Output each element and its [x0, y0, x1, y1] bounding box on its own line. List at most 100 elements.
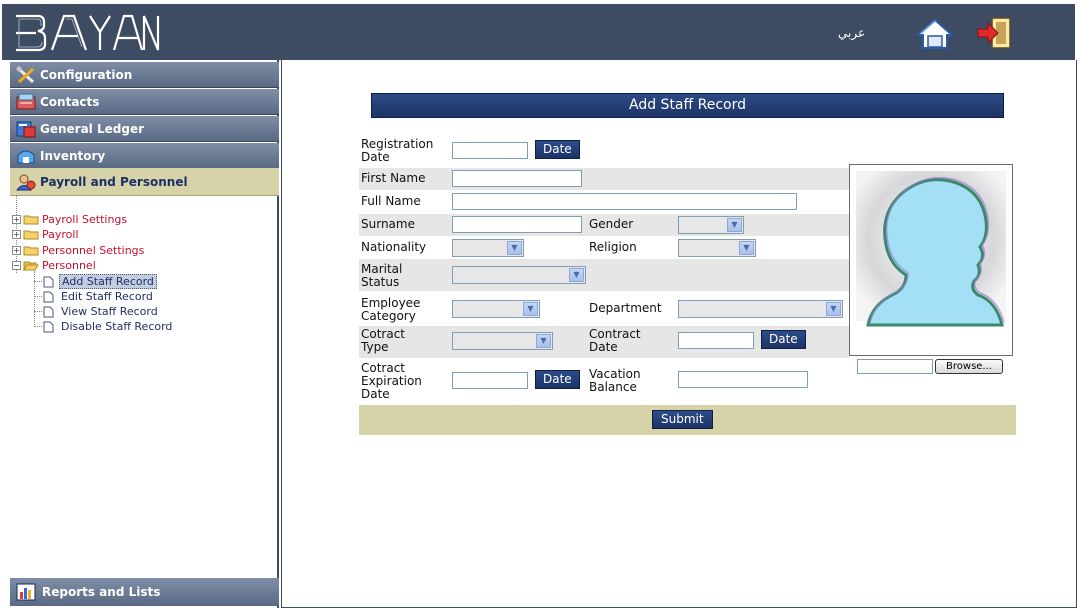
- ledger-icon: [16, 121, 36, 137]
- photo-frame: [849, 164, 1013, 356]
- religion-label: Religion: [589, 240, 637, 254]
- vacation-balance-label: Vacation Balance: [589, 367, 641, 394]
- contacts-icon: [16, 93, 36, 109]
- marital-status-select[interactable]: ▼: [452, 266, 586, 284]
- first-name-label: First Name: [361, 171, 426, 185]
- tree-label: Disable Staff Record: [61, 320, 173, 333]
- logout-icon[interactable]: [974, 16, 1014, 50]
- chevron-down-icon: ▼: [739, 241, 754, 255]
- sidebar: Configuration Contacts General Ledger In…: [2, 60, 279, 608]
- folder-icon: [23, 230, 39, 240]
- tree-label: Payroll Settings: [42, 213, 128, 226]
- header-bar: عربي: [2, 4, 1075, 60]
- tree-item-disable-staff-record[interactable]: Disable Staff Record: [43, 319, 174, 334]
- full-name-input[interactable]: [452, 193, 797, 210]
- browse-button[interactable]: Browse...: [935, 359, 1003, 374]
- tree-label: Edit Staff Record: [61, 290, 153, 303]
- open-folder-icon: [23, 261, 39, 271]
- row-shade: [359, 168, 849, 190]
- expand-icon[interactable]: +: [12, 215, 21, 224]
- contract-date-button[interactable]: Date: [761, 330, 806, 349]
- department-label: Department: [589, 301, 662, 315]
- registration-date-button[interactable]: Date: [535, 140, 580, 159]
- gender-label: Gender: [589, 217, 634, 231]
- contract-expiration-date-button[interactable]: Date: [535, 370, 580, 389]
- folder-icon: [23, 246, 39, 256]
- page-icon: [43, 306, 54, 317]
- person-silhouette-icon: [856, 171, 1006, 327]
- nav-label: General Ledger: [40, 121, 144, 136]
- tree-label: Personnel: [42, 259, 96, 272]
- bayan-logo: [16, 14, 160, 52]
- chevron-down-icon: ▼: [507, 241, 522, 255]
- tree-folder-payroll-settings[interactable]: + Payroll Settings: [12, 212, 127, 227]
- gender-select[interactable]: ▼: [678, 216, 744, 234]
- contract-expiration-date-label: Cotract Expiration Date: [361, 361, 422, 401]
- app-window: عربي Configuration Contacts General Ledg…: [0, 0, 1079, 610]
- tree-item-view-staff-record[interactable]: View Staff Record: [43, 304, 160, 319]
- contract-date-label: Contract Date: [589, 327, 641, 354]
- chevron-down-icon: ▼: [523, 302, 538, 316]
- nav-label: Configuration: [40, 67, 133, 82]
- tree-item-edit-staff-record[interactable]: Edit Staff Record: [43, 289, 155, 304]
- nav-label: Reports and Lists: [42, 585, 161, 599]
- main-content: Add Staff Record Registration Date Date …: [281, 60, 1077, 608]
- chevron-down-icon: ▼: [826, 302, 841, 316]
- nav-label: Payroll and Personnel: [40, 174, 188, 189]
- nav-reports-and-lists[interactable]: Reports and Lists: [10, 578, 279, 606]
- page-icon: [43, 321, 54, 332]
- employee-category-select[interactable]: ▼: [452, 300, 540, 318]
- vacation-balance-input[interactable]: [678, 371, 808, 388]
- nav-general-ledger[interactable]: General Ledger: [10, 116, 279, 142]
- photo-file-input[interactable]: [857, 359, 933, 374]
- tree-label: Add Staff Record: [59, 274, 157, 289]
- expand-icon[interactable]: +: [12, 246, 21, 255]
- tree-label: View Staff Record: [61, 305, 158, 318]
- folder-icon: [23, 215, 39, 225]
- chevron-down-icon: ▼: [536, 334, 551, 348]
- nationality-label: Nationality: [361, 240, 427, 254]
- nav-label: Inventory: [40, 148, 106, 163]
- nav-contacts[interactable]: Contacts: [10, 89, 279, 115]
- first-name-input[interactable]: [452, 170, 582, 187]
- expand-icon[interactable]: +: [12, 230, 21, 239]
- payroll-icon: [16, 174, 36, 190]
- registration-date-label: Registration Date: [361, 137, 434, 164]
- tools-icon: [16, 66, 35, 83]
- page-icon: [43, 276, 54, 287]
- department-select[interactable]: ▼: [678, 300, 843, 318]
- arabic-language-link[interactable]: عربي: [838, 26, 865, 40]
- chevron-down-icon: ▼: [569, 268, 584, 282]
- inventory-icon: [17, 150, 35, 163]
- nav-payroll-and-personnel[interactable]: Payroll and Personnel: [10, 168, 279, 196]
- contract-type-label: Cotract Type: [361, 327, 406, 354]
- page-icon: [43, 291, 54, 302]
- tree-folder-personnel[interactable]: − Personnel: [12, 258, 96, 273]
- tree-folder-personnel-settings[interactable]: + Personnel Settings: [12, 243, 144, 258]
- tree-label: Personnel Settings: [42, 244, 145, 257]
- submit-button[interactable]: Submit: [652, 410, 713, 429]
- contract-type-select[interactable]: ▼: [452, 332, 553, 350]
- chevron-down-icon: ▼: [727, 218, 742, 232]
- contract-date-input[interactable]: [678, 332, 754, 349]
- submit-bar: Submit: [359, 405, 1016, 435]
- nav-label: Contacts: [40, 94, 100, 109]
- employee-category-label: Employee Category: [361, 296, 421, 323]
- contract-expiration-date-input[interactable]: [452, 372, 528, 389]
- chart-icon: [16, 583, 36, 601]
- registration-date-input[interactable]: [452, 142, 528, 159]
- marital-status-label: Marital Status: [361, 262, 403, 289]
- form-title: Add Staff Record: [371, 93, 1004, 118]
- religion-select[interactable]: ▼: [678, 239, 756, 257]
- surname-label: Surname: [361, 217, 415, 231]
- nav-inventory[interactable]: Inventory: [10, 143, 279, 169]
- nav-configuration[interactable]: Configuration: [10, 62, 279, 88]
- full-name-label: Full Name: [361, 194, 421, 208]
- surname-input[interactable]: [452, 216, 582, 233]
- home-icon[interactable]: [916, 18, 954, 50]
- tree-item-add-staff-record[interactable]: Add Staff Record: [43, 274, 157, 289]
- collapse-icon[interactable]: −: [12, 261, 21, 270]
- tree-folder-payroll[interactable]: + Payroll: [12, 227, 79, 242]
- tree-label: Payroll: [42, 228, 79, 241]
- nationality-select[interactable]: ▼: [452, 239, 524, 257]
